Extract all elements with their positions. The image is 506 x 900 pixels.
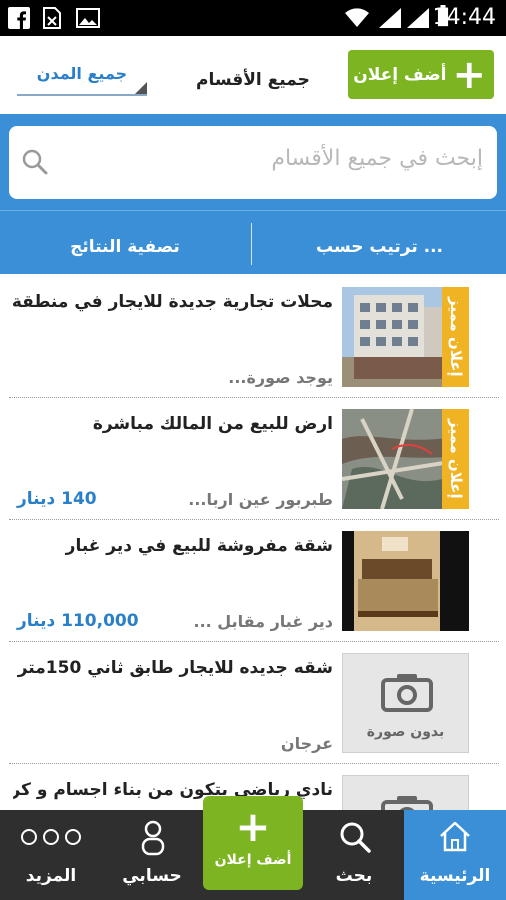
signal-1-icon: [379, 8, 401, 28]
search-icon[interactable]: [21, 148, 49, 176]
no-image-placeholder: بدون صورة: [342, 653, 469, 753]
featured-ribbon: إعلان مميز: [442, 287, 469, 387]
listing-title: شقه جديده للايجار طابق ثاني 150متر: [17, 658, 333, 678]
listing-title: شقة مفروشة للبيع في دير غبار: [65, 536, 333, 556]
file-icon: [43, 7, 61, 29]
wifi-icon: [345, 8, 369, 27]
nav-search[interactable]: بحث: [304, 810, 404, 900]
list-item[interactable]: بدون صورة شقه جديده للايجار طابق ثاني 15…: [9, 644, 499, 764]
more-dots-icon: [21, 829, 81, 845]
listing-thumbnail: إعلان مميز: [342, 409, 469, 509]
nav-add-ad-button[interactable]: + أضف إعلان: [203, 796, 303, 890]
sort-by-button[interactable]: ترتيب حسب ...: [253, 211, 506, 275]
cities-label: جميع المدن: [36, 64, 128, 83]
bedroom-photo: [342, 531, 469, 631]
user-icon: [141, 820, 165, 856]
no-image-label: بدون صورة: [366, 724, 445, 740]
list-item[interactable]: إعلان مميز ارض للبيع من المالك مباشرة طب…: [9, 400, 499, 520]
plus-icon: +: [452, 51, 486, 98]
nav-home[interactable]: الرئيسية: [404, 810, 506, 900]
nav-add-ad-label: أضف إعلان: [214, 852, 292, 868]
dropdown-triangle-icon: [135, 82, 147, 94]
search-input[interactable]: إبحث في جميع الأقسام: [9, 126, 497, 199]
listing-location: يوجد صورة...: [228, 368, 333, 387]
no-image-placeholder: [342, 775, 469, 810]
listing-location: عرجان: [280, 734, 333, 753]
signal-2-icon: [407, 8, 429, 28]
categories-dropdown[interactable]: جميع الأقسام: [196, 70, 310, 90]
nav-home-label: الرئيسية: [419, 866, 491, 886]
camera-icon: [381, 674, 433, 712]
list-item[interactable]: شقة مفروشة للبيع في دير غبار دير غبار مق…: [9, 522, 499, 642]
cities-dropdown[interactable]: جميع المدن: [17, 64, 147, 96]
add-ad-label: أضف إعلان: [353, 64, 447, 85]
listing-thumbnail: إعلان مميز: [342, 287, 469, 387]
status-bar: 14:44: [0, 0, 506, 36]
nav-more-label: المزيد: [25, 866, 77, 886]
nav-more[interactable]: المزيد: [0, 810, 102, 900]
listing-title: محلات تجارية جديدة للايجار في منطقة...: [13, 292, 333, 312]
listing-location: دير غبار مقابل ...: [193, 612, 333, 631]
search-placeholder: إبحث في جميع الأقسام: [271, 146, 483, 171]
list-item[interactable]: إعلان مميز محلات تجارية جديدة للايجار في…: [9, 278, 499, 398]
listing-location: طبربور عين اربا...: [188, 490, 333, 509]
home-icon: [440, 821, 470, 852]
status-time: 14:44: [432, 5, 496, 30]
listing-price: 140 دينار: [17, 489, 97, 509]
filter-results-button[interactable]: تصفية النتائج: [0, 211, 250, 275]
toolbar-divider: [251, 223, 252, 265]
plus-icon: +: [235, 802, 271, 851]
header-bar: أضف إعلان + جميع الأقسام جميع المدن: [0, 36, 506, 114]
search-section: إبحث في جميع الأقسام: [0, 114, 506, 210]
sort-filter-bar: تصفية النتائج ترتيب حسب ...: [0, 210, 506, 274]
listing-price: 110,000 دينار: [17, 611, 139, 631]
nav-search-label: بحث: [335, 866, 373, 886]
listing-title: ارض للبيع من المالك مباشرة: [92, 414, 333, 434]
featured-ribbon: إعلان مميز: [442, 409, 469, 509]
nav-account[interactable]: حسابي: [102, 810, 202, 900]
image-icon: [76, 8, 100, 28]
nav-account-label: حسابي: [122, 866, 182, 886]
camera-icon: [381, 796, 433, 810]
facebook-icon: [8, 7, 30, 29]
search-icon: [340, 822, 371, 853]
listing-thumbnail: [342, 531, 469, 631]
listings-list: إعلان مميز محلات تجارية جديدة للايجار في…: [0, 274, 506, 810]
add-ad-button[interactable]: أضف إعلان +: [348, 50, 494, 99]
